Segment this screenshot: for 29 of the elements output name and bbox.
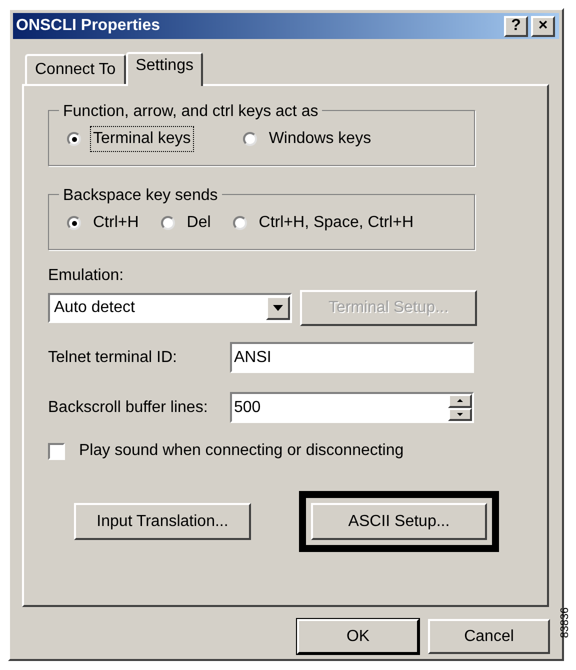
radio-label: Ctrl+H, Space, Ctrl+H bbox=[258, 213, 415, 233]
radio-label: Terminal keys bbox=[91, 127, 193, 151]
checkbox-label: Play sound when connecting or disconnecting bbox=[79, 441, 404, 461]
radio-button[interactable] bbox=[160, 216, 175, 230]
dropdown[interactable]: Auto detect bbox=[48, 293, 292, 323]
help-button[interactable]: ? bbox=[504, 16, 528, 36]
close-button[interactable]: × bbox=[531, 16, 555, 36]
radio-button[interactable] bbox=[232, 216, 247, 230]
radio-button[interactable] bbox=[67, 132, 81, 146]
radio-label: Ctrl+H bbox=[92, 213, 140, 233]
ascii-setup-button[interactable]: ASCII Setup... bbox=[311, 503, 487, 540]
tab[interactable]: Connect To bbox=[25, 54, 126, 84]
field-label: Backscroll buffer lines: bbox=[48, 398, 209, 418]
field-label: Emulation: bbox=[48, 266, 125, 286]
figure-number: 83836 bbox=[558, 607, 572, 638]
radio-label: Del bbox=[186, 213, 212, 233]
input-field[interactable]: ANSI bbox=[230, 342, 474, 373]
spin-field[interactable]: 500 bbox=[230, 392, 474, 423]
window-title: ONSCLI Properties bbox=[16, 16, 162, 36]
field-label: Telnet terminal ID: bbox=[48, 348, 178, 368]
radio-label: Windows keys bbox=[268, 129, 372, 149]
radio-button[interactable] bbox=[242, 132, 257, 146]
tab[interactable]: Settings bbox=[126, 52, 204, 86]
checkbox[interactable] bbox=[48, 442, 65, 460]
ok-button[interactable]: OK bbox=[297, 619, 419, 654]
cancel-button[interactable]: Cancel bbox=[428, 619, 550, 654]
radio-button[interactable] bbox=[67, 216, 81, 230]
spin-buttons-icon bbox=[448, 394, 472, 421]
input-translation-button[interactable]: Input Translation... bbox=[74, 503, 251, 540]
